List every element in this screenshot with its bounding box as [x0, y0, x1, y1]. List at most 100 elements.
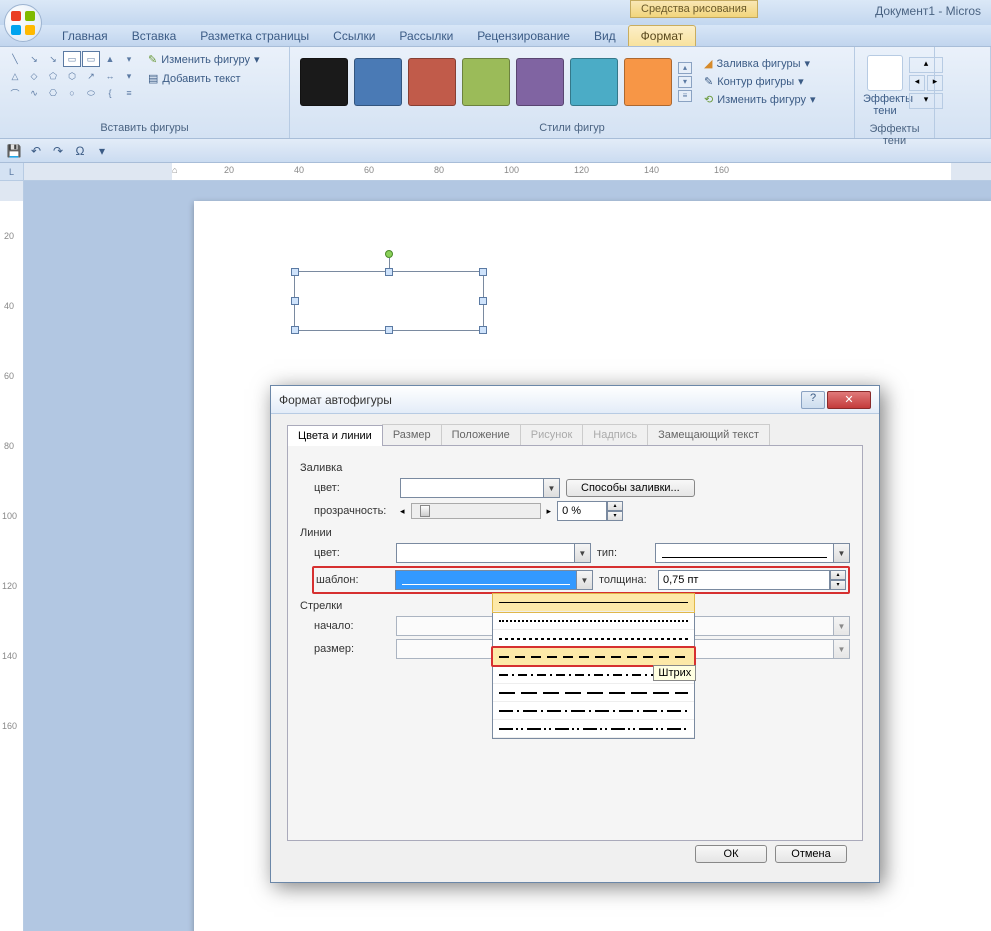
tab-position[interactable]: Положение — [441, 424, 521, 445]
shapes-gallery[interactable]: ╲↘↘ ▭▭▲ ▾ △◇⬠ ⬡↗↔ ▾ ⌒∿⎔ ○⬭{ ≡ — [6, 51, 138, 101]
ribbon: ╲↘↘ ▭▭▲ ▾ △◇⬠ ⬡↗↔ ▾ ⌒∿⎔ ○⬭{ ≡ ✎ Изменить… — [0, 47, 991, 139]
line-type-combo[interactable]: ▼ — [655, 543, 850, 563]
line-pattern-label: шаблон: — [316, 574, 389, 586]
line-pattern-combo[interactable]: ▼ Штрих — [395, 570, 593, 590]
shape-fill-button[interactable]: ◢ Заливка фигуры ▾ — [700, 55, 820, 72]
dash-option-dash[interactable] — [493, 648, 694, 666]
spin-down[interactable]: ▾ — [830, 580, 846, 590]
office-logo-icon — [11, 11, 35, 35]
dialog-titlebar[interactable]: Формат автофигуры ? ✕ — [271, 386, 879, 414]
lines-section-label: Линии — [300, 527, 850, 539]
tab-references[interactable]: Ссылки — [321, 26, 387, 46]
edit-shape-button[interactable]: ✎ Изменить фигуру ▾ — [144, 51, 264, 68]
fill-effects-button[interactable]: Способы заливки... — [566, 479, 695, 497]
line-color-combo[interactable]: ▼ — [396, 543, 591, 563]
style-swatch[interactable] — [516, 58, 564, 106]
dropdown-icon: ▾ — [254, 53, 260, 66]
spin-up[interactable]: ▴ — [830, 570, 846, 580]
tab-page-layout[interactable]: Разметка страницы — [188, 26, 321, 46]
selected-shape[interactable] — [294, 271, 484, 331]
resize-handle[interactable] — [479, 326, 487, 334]
transparency-slider[interactable] — [411, 503, 541, 519]
horizontal-ruler-bar: L ⌂ 20 40 60 80 100 120 140 160 — [0, 163, 991, 181]
symbol-icon[interactable]: Ω — [72, 143, 88, 159]
resize-handle[interactable] — [479, 268, 487, 276]
tab-size[interactable]: Размер — [382, 424, 442, 445]
save-icon[interactable]: 💾 — [6, 143, 22, 159]
dash-option-long-dash-dot-dot[interactable] — [493, 720, 694, 738]
spin-down[interactable]: ▾ — [607, 511, 623, 521]
tab-review[interactable]: Рецензирование — [465, 26, 582, 46]
dialog-content: Заливка цвет: ▼ Способы заливки... прозр… — [287, 446, 863, 841]
resize-handle[interactable] — [479, 297, 487, 305]
qat-dropdown-icon[interactable]: ▾ — [94, 143, 110, 159]
resize-handle[interactable] — [291, 326, 299, 334]
spin-up[interactable]: ▴ — [607, 501, 623, 511]
dash-option-square-dot[interactable] — [493, 630, 694, 648]
title-bar: Средства рисования Документ1 - Micros — [0, 0, 991, 25]
redo-icon[interactable]: ↷ — [50, 143, 66, 159]
fill-color-combo[interactable]: ▼ — [400, 478, 560, 498]
rotate-handle[interactable] — [385, 250, 393, 258]
office-button[interactable] — [4, 4, 42, 42]
tab-alt-text[interactable]: Замещающий текст — [647, 424, 770, 445]
resize-handle[interactable] — [385, 268, 393, 276]
tab-colors-lines[interactable]: Цвета и линии — [287, 425, 383, 446]
shape-outline-button[interactable]: ✎ Контур фигуры ▾ — [700, 73, 820, 90]
line-weight-label: толщина: — [599, 574, 652, 586]
nudge-left[interactable]: ◂ — [909, 75, 925, 91]
fill-section-label: Заливка — [300, 462, 850, 474]
cancel-button[interactable]: Отмена — [775, 845, 847, 863]
paint-bucket-icon: ◢ — [704, 57, 712, 70]
group-shadow-effects: Эффекты тени ▴ ◂ ▸ ▾ Эффекты тени — [855, 47, 935, 138]
style-swatch[interactable] — [300, 58, 348, 106]
watermark-text: bum-mag — [922, 909, 981, 925]
style-gallery[interactable]: ▴▾≡ — [296, 51, 696, 112]
chevron-down-icon: ▼ — [833, 544, 849, 562]
edit-shape-icon: ✎ — [148, 53, 157, 66]
document-title: Документ1 - Micros — [875, 4, 981, 18]
change-shape-button[interactable]: ⟲ Изменить фигуру ▾ — [700, 91, 820, 108]
group-title: Вставить фигуры — [6, 120, 283, 134]
ok-button[interactable]: ОК — [695, 845, 767, 863]
dash-option-long-dash[interactable] — [493, 684, 694, 702]
tab-insert[interactable]: Вставка — [120, 26, 189, 46]
dropdown-icon: ▾ — [798, 75, 804, 88]
dash-option-solid[interactable] — [493, 594, 694, 612]
line-weight-input[interactable] — [658, 570, 830, 590]
shadow-effects-button[interactable]: Эффекты тени — [861, 51, 909, 121]
tab-mailings[interactable]: Рассылки — [387, 26, 465, 46]
close-button[interactable]: ✕ — [827, 391, 871, 409]
resize-handle[interactable] — [385, 326, 393, 334]
dash-option-round-dot[interactable] — [493, 612, 694, 630]
add-text-button[interactable]: ▤ Добавить текст — [144, 70, 264, 87]
vertical-ruler[interactable]: 20 40 60 80 100 120 140 160 — [0, 181, 24, 931]
line-weight-spinner[interactable]: ▴▾ — [658, 570, 846, 590]
gallery-scroll[interactable]: ▴▾≡ — [678, 62, 692, 102]
tab-picture: Рисунок — [520, 424, 584, 445]
resize-handle[interactable] — [291, 297, 299, 305]
dash-option-dash-dot[interactable]: Штрих — [493, 666, 694, 684]
dash-option-long-dash-dot[interactable] — [493, 702, 694, 720]
group-insert-shapes: ╲↘↘ ▭▭▲ ▾ △◇⬠ ⬡↗↔ ▾ ⌒∿⎔ ○⬭{ ≡ ✎ Изменить… — [0, 47, 290, 138]
style-swatch[interactable] — [462, 58, 510, 106]
transparency-label: прозрачность: — [314, 505, 394, 517]
style-swatch[interactable] — [354, 58, 402, 106]
undo-icon[interactable]: ↶ — [28, 143, 44, 159]
help-button[interactable]: ? — [801, 391, 825, 409]
horizontal-ruler[interactable]: ⌂ 20 40 60 80 100 120 140 160 — [24, 163, 991, 180]
ruler-corner[interactable]: L — [0, 163, 24, 180]
dropdown-icon: ▾ — [810, 93, 816, 106]
chevron-down-icon: ▼ — [574, 544, 590, 562]
tab-home[interactable]: Главная — [50, 26, 120, 46]
tab-view[interactable]: Вид — [582, 26, 628, 46]
transparency-input[interactable] — [557, 501, 607, 521]
transparency-spinner[interactable]: ▴▾ — [557, 501, 623, 521]
resize-handle[interactable] — [291, 268, 299, 276]
style-swatch[interactable] — [408, 58, 456, 106]
style-swatch[interactable] — [624, 58, 672, 106]
tab-format[interactable]: Формат — [628, 25, 697, 46]
arrow-begin-size-label: размер: — [314, 643, 390, 655]
edit-shape-label: Изменить фигуру — [161, 54, 250, 66]
style-swatch[interactable] — [570, 58, 618, 106]
